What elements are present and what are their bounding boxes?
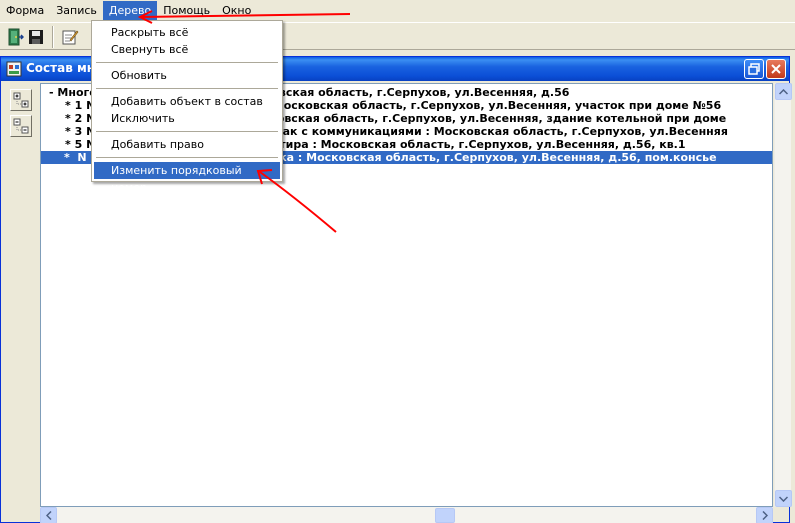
menu-forma[interactable]: Форма — [0, 1, 50, 20]
window-app-icon — [6, 61, 22, 77]
menu-item-add-object[interactable]: Добавить объект в состав — [94, 93, 280, 110]
menu-zapis[interactable]: Запись — [50, 1, 103, 20]
menu-derevo[interactable]: Дерево — [102, 1, 158, 20]
scroll-right-icon[interactable] — [756, 507, 773, 523]
collapse-tree-icon[interactable] — [10, 115, 32, 137]
menu-item-change-order-number[interactable]: Изменить порядковый номер — [94, 162, 280, 194]
scroll-down-icon[interactable] — [775, 490, 792, 507]
vertical-scrollbar[interactable] — [774, 83, 792, 507]
menu-item-exclude[interactable]: Исключить — [94, 110, 280, 127]
scroll-left-icon[interactable] — [40, 507, 57, 523]
menu-separator — [96, 88, 278, 89]
close-icon[interactable] — [766, 59, 786, 79]
save-icon[interactable] — [25, 26, 47, 48]
tree-menu-dropdown: Раскрыть всё Свернуть всё Обновить Добав… — [91, 20, 283, 194]
menu-okno[interactable]: Окно — [216, 1, 257, 20]
horizontal-scrollbar[interactable] — [40, 507, 773, 523]
menu-item-collapse-all[interactable]: Свернуть всё — [94, 41, 280, 58]
main-menubar: Форма Запись Дерево Помощь Окно — [0, 0, 795, 21]
menu-pomosch[interactable]: Помощь — [157, 1, 216, 20]
menu-separator — [96, 62, 278, 63]
menu-separator — [96, 157, 278, 158]
menu-item-add-right[interactable]: Добавить право — [94, 136, 280, 153]
edit-note-icon[interactable] — [59, 26, 81, 48]
side-panel — [1, 81, 39, 522]
menu-separator — [96, 131, 278, 132]
expand-tree-icon[interactable] — [10, 89, 32, 111]
horizontal-scroll-thumb[interactable] — [435, 508, 455, 523]
menu-item-expand-all[interactable]: Раскрыть всё — [94, 24, 280, 41]
restore-icon[interactable] — [744, 59, 764, 79]
toolbar-separator — [52, 26, 54, 48]
exit-door-icon[interactable] — [4, 26, 26, 48]
menu-item-refresh[interactable]: Обновить — [94, 67, 280, 84]
scroll-up-icon[interactable] — [775, 83, 792, 100]
